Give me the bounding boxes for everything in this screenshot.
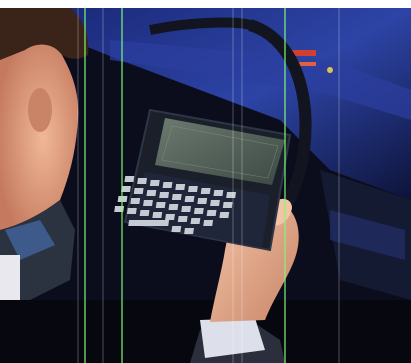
photo [0, 0, 411, 363]
